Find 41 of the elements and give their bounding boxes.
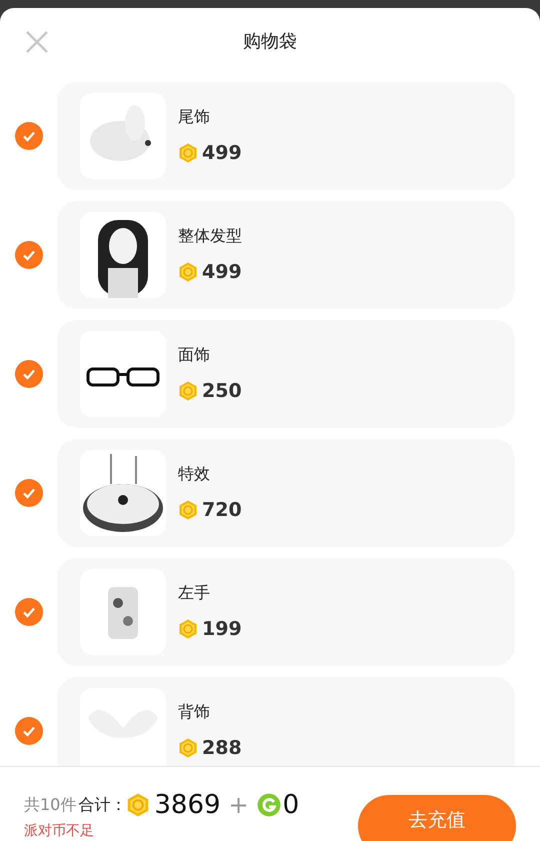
item-card[interactable]: 左手 199	[57, 558, 515, 666]
coin-icon	[178, 262, 198, 282]
item-name: 左手	[178, 582, 211, 604]
item-price: 199	[202, 616, 242, 642]
coin-icon	[126, 793, 150, 817]
coin-icon	[178, 500, 198, 520]
item-checkbox[interactable]	[14, 122, 42, 150]
page-title: 购物袋	[243, 30, 297, 54]
item-checkbox[interactable]	[14, 241, 42, 269]
coin-icon	[178, 619, 198, 639]
item-name: 特效	[178, 462, 211, 485]
item-card[interactable]: 面饰 250	[57, 320, 515, 428]
item-price: 720	[202, 498, 242, 523]
item-price: 288	[202, 736, 242, 761]
item-name: 面饰	[178, 344, 211, 366]
coin-icon	[178, 143, 198, 163]
item-price: 499	[202, 260, 242, 285]
coin-icon	[178, 738, 198, 758]
item-name: 尾饰	[178, 106, 211, 128]
item-checkbox[interactable]	[14, 598, 42, 626]
item-name: 整体发型	[178, 224, 242, 247]
item-checkbox[interactable]	[14, 360, 42, 388]
item-name: 背饰	[178, 700, 211, 723]
coin-icon	[178, 381, 198, 401]
item-card[interactable]: 整体发型 499	[57, 201, 515, 309]
coupon-total: 0	[282, 788, 300, 822]
item-checkbox[interactable]	[14, 717, 42, 745]
total-label: 合计：	[78, 794, 126, 816]
item-card[interactable]: 尾饰 499	[57, 82, 515, 190]
close-button[interactable]	[24, 29, 50, 55]
item-price: 499	[202, 140, 242, 166]
item-price: 250	[202, 378, 242, 404]
warning-text: 派对币不足	[24, 823, 95, 839]
item-checkbox[interactable]	[14, 479, 42, 507]
coupon-coin-icon	[256, 793, 281, 817]
close-icon	[25, 30, 49, 54]
plus-sign: +	[228, 790, 249, 821]
item-card[interactable]: 特效 720	[57, 439, 515, 547]
coin-total: 3869	[154, 788, 221, 822]
item-card[interactable]: 背饰 288	[57, 677, 515, 766]
item-count: 共10件	[24, 794, 76, 816]
